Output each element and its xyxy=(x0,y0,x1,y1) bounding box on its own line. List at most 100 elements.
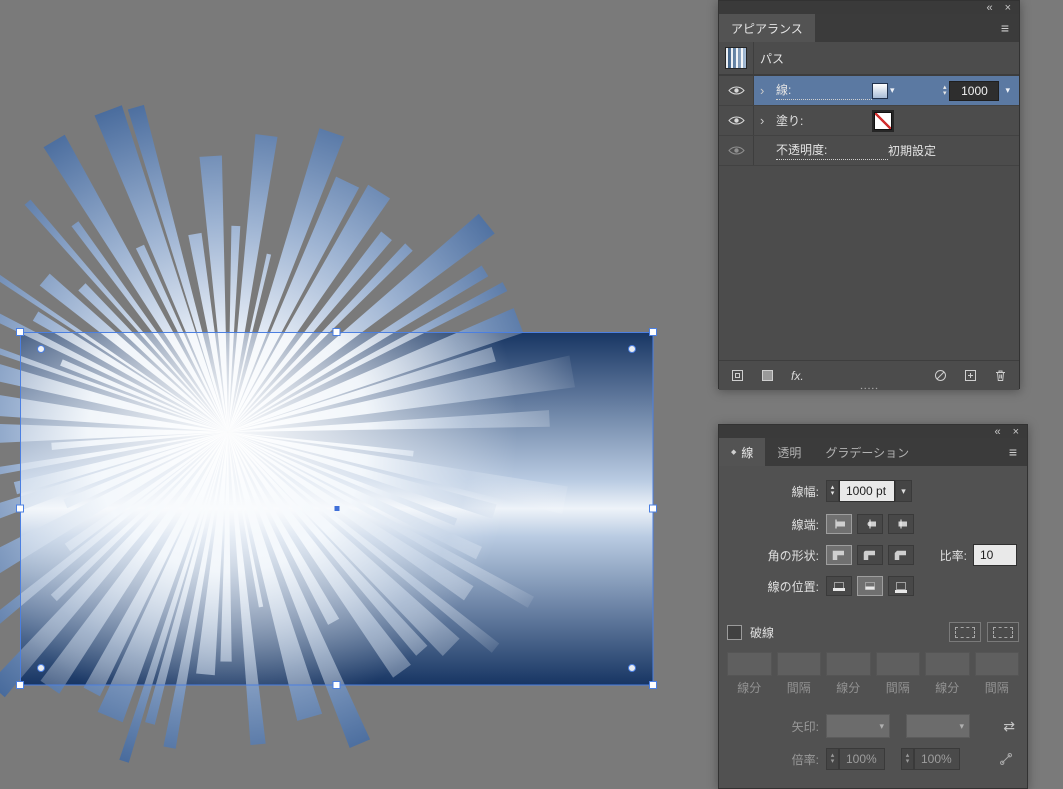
dash-labels-row: 線分 間隔 線分 間隔 線分 間隔 xyxy=(727,679,1019,696)
dash-field-label: 間隔 xyxy=(984,681,1009,695)
path-thumbnail xyxy=(725,47,747,69)
tab-gradient[interactable]: グラデーション xyxy=(813,438,921,466)
opacity-value[interactable]: 初期設定 xyxy=(888,142,936,159)
stroke-swatch-chevron-icon[interactable]: ▾ xyxy=(890,85,895,96)
fill-visibility-toggle[interactable] xyxy=(719,106,754,135)
path-thumbnail-cell xyxy=(719,42,754,74)
panel-resize-grip[interactable]: ▪▪▪▪▪ xyxy=(850,386,890,392)
dash-field-2[interactable] xyxy=(776,652,821,676)
add-effect-button[interactable]: fx. xyxy=(791,369,804,383)
align-outside-button[interactable] xyxy=(888,576,914,596)
align-inside-button[interactable] xyxy=(857,576,883,596)
dashed-line-label: 破線 xyxy=(750,625,775,640)
collapse-icon[interactable]: « xyxy=(994,426,1000,437)
cap-label: 線端: xyxy=(791,517,819,532)
opacity-visibility-toggle[interactable] xyxy=(719,136,754,165)
close-icon[interactable]: × xyxy=(1013,426,1019,437)
scale-y-stepper[interactable]: ▴ ▾ xyxy=(901,748,914,770)
stroke-weight-stepper[interactable]: ▴ ▾ xyxy=(943,84,947,97)
arrowheads-label: 矢印: xyxy=(791,719,819,734)
duplicate-item-button[interactable] xyxy=(964,369,977,382)
corner-round-button[interactable] xyxy=(857,545,883,565)
weight-stepper[interactable]: ▴ ▾ xyxy=(826,480,839,502)
scale-y-field[interactable]: 100% xyxy=(914,748,960,770)
miter-join-icon xyxy=(832,550,844,560)
add-new-fill-button[interactable] xyxy=(761,369,774,382)
eye-icon xyxy=(727,116,745,125)
dash-align-button[interactable] xyxy=(987,622,1019,642)
cap-butt-button[interactable] xyxy=(826,514,852,534)
stroke-visibility-toggle[interactable] xyxy=(719,76,754,105)
weight-dropdown[interactable]: ▾ xyxy=(895,480,912,502)
dash-field-label: 線分 xyxy=(935,681,960,695)
arrowheads-row: 矢印: ▾ ▾ ⇄ xyxy=(727,714,1019,738)
fill-none-swatch[interactable] xyxy=(874,111,892,130)
miter-limit-field[interactable]: 10 xyxy=(973,544,1017,566)
arrowhead-start-dropdown[interactable]: ▾ xyxy=(826,714,890,738)
path-label: パス xyxy=(760,51,785,66)
disclosure-icon[interactable]: › xyxy=(760,114,776,127)
opacity-label[interactable]: 不透明度: xyxy=(776,141,888,160)
tab-transparency[interactable]: 透明 xyxy=(765,438,813,466)
close-icon[interactable]: × xyxy=(1005,2,1011,13)
align-center-button[interactable] xyxy=(826,576,852,596)
dashed-line-row: 破線 xyxy=(727,622,1019,642)
appearance-body: パス › 線: ▾ ▴ ▾ 1000 ▾ › 塗り: 不透明度: 初期設定 fx… xyxy=(719,42,1019,390)
appearance-panel-titlebar: « × xyxy=(719,1,1019,14)
appearance-row-stroke[interactable]: › 線: ▾ ▴ ▾ 1000 ▾ xyxy=(719,76,1019,106)
round-join-icon xyxy=(863,550,875,560)
panel-menu-icon[interactable]: ≡ xyxy=(991,14,1019,42)
tab-stroke[interactable]: ◆ 線 xyxy=(719,438,766,466)
dashed-line-checkbox[interactable] xyxy=(727,624,742,640)
clear-appearance-icon xyxy=(935,370,946,381)
stroke-attribute-label[interactable]: 線: xyxy=(776,81,872,100)
arrowhead-end-dropdown[interactable]: ▾ xyxy=(906,714,970,738)
bevel-join-icon xyxy=(894,550,906,560)
clear-appearance-button[interactable] xyxy=(934,369,947,382)
disclosure-icon[interactable]: › xyxy=(760,84,776,97)
appearance-panel: « × アピアランス ≡ パス › 線: ▾ ▴ ▾ 1000 ▾ › 塗り: … xyxy=(718,0,1020,390)
align-inside-icon xyxy=(865,581,875,590)
stroke-weight-label: 線幅: xyxy=(791,484,819,499)
dash-field-3[interactable] xyxy=(826,652,871,676)
collapse-icon[interactable]: « xyxy=(986,2,992,13)
scale-label: 倍率: xyxy=(791,752,819,767)
weight-field[interactable]: 1000 pt xyxy=(839,480,895,502)
dash-preserve-button[interactable] xyxy=(949,622,981,642)
delete-item-button[interactable] xyxy=(994,369,1007,382)
appearance-row-opacity[interactable]: 不透明度: 初期設定 xyxy=(719,136,1019,166)
add-new-stroke-button[interactable] xyxy=(731,369,744,382)
corner-bevel-button[interactable] xyxy=(888,545,914,565)
round-cap-icon xyxy=(867,519,876,529)
dash-field-4[interactable] xyxy=(875,652,920,676)
scale-x-stepper[interactable]: ▴ ▾ xyxy=(826,748,839,770)
stroke-weight-row: 線幅: ▴ ▾ 1000 pt ▾ xyxy=(727,480,1019,502)
appearance-row-path[interactable]: パス xyxy=(719,42,1019,76)
fill-attribute-label[interactable]: 塗り: xyxy=(776,112,872,129)
selection-center-point[interactable] xyxy=(334,506,340,511)
cap-row: 線端: xyxy=(727,514,1019,534)
corner-row: 角の形状: 比率: 10 xyxy=(727,544,1019,566)
align-center-icon xyxy=(833,581,845,591)
cap-round-button[interactable] xyxy=(857,514,883,534)
trash-icon xyxy=(996,370,1005,381)
eye-dimmed-icon xyxy=(727,146,745,155)
dash-field-label: 間隔 xyxy=(786,681,811,695)
dash-preset-icon xyxy=(955,626,975,638)
corner-miter-button[interactable] xyxy=(826,545,852,565)
scale-x-field[interactable]: 100% xyxy=(839,748,885,770)
swap-arrowheads-icon[interactable]: ⇄ xyxy=(1003,718,1019,735)
tab-appearance[interactable]: アピアランス xyxy=(719,14,815,42)
link-scale-toggle[interactable] xyxy=(999,752,1019,766)
dash-field-6[interactable] xyxy=(974,652,1019,676)
stroke-color-swatch[interactable] xyxy=(872,82,888,99)
stroke-weight-field[interactable]: 1000 xyxy=(949,80,1000,101)
dash-field-1[interactable] xyxy=(727,652,772,676)
stroke-weight-dropdown-icon[interactable]: ▾ xyxy=(1002,85,1013,96)
align-stroke-label: 線の位置: xyxy=(767,579,819,594)
appearance-row-fill[interactable]: › 塗り: xyxy=(719,106,1019,136)
cap-projecting-button[interactable] xyxy=(888,514,914,534)
panel-menu-icon[interactable]: ≡ xyxy=(999,438,1027,466)
dash-field-5[interactable] xyxy=(925,652,970,676)
dash-field-label: 間隔 xyxy=(885,681,910,695)
